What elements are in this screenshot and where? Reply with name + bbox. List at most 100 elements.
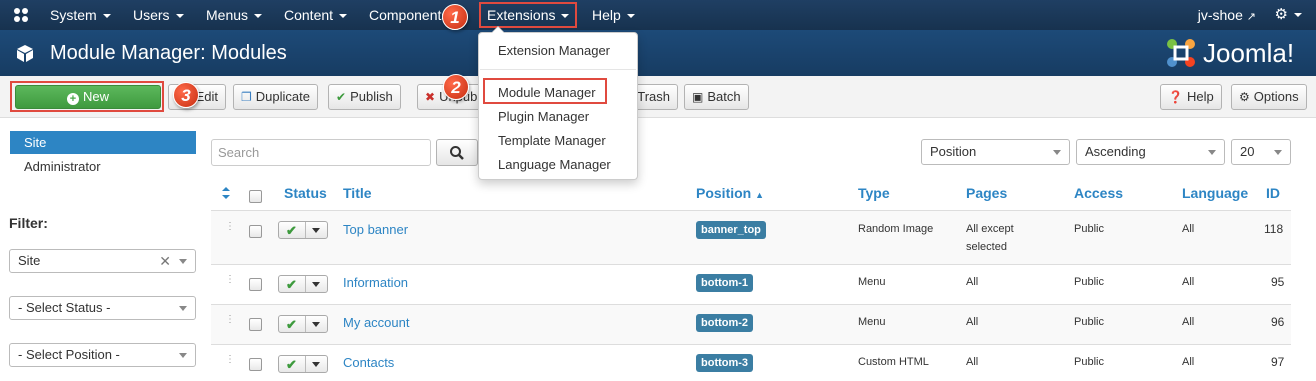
type-cell: Custom HTML — [858, 356, 929, 368]
top-navbar: System Users Menus Content Components Ex… — [0, 0, 1316, 30]
module-title-link[interactable]: My account — [343, 315, 409, 330]
status-toggle[interactable]: ✔ — [278, 315, 328, 333]
sort-direction-select[interactable]: Ascending — [1076, 139, 1225, 165]
nav-extensions[interactable]: Extensions — [479, 2, 578, 28]
status-filter-select[interactable]: - Select Status - — [9, 296, 196, 320]
chevron-down-icon — [179, 306, 187, 311]
copy-icon: ❐ — [241, 90, 252, 104]
column-status[interactable]: Status — [284, 185, 327, 201]
nav-components[interactable]: Components — [369, 0, 448, 30]
caret-down-icon — [312, 282, 320, 287]
search-button[interactable] — [436, 139, 478, 166]
drag-handle-icon[interactable]: ⋮ — [225, 355, 235, 367]
external-link-icon: ↗ — [1246, 11, 1256, 23]
batch-icon: ▣ — [692, 90, 704, 104]
published-check-icon: ✔ — [286, 277, 297, 292]
menu-item-language-manager[interactable]: Language Manager — [498, 157, 611, 172]
drag-handle-icon[interactable]: ⋮ — [225, 222, 235, 234]
help-icon: ❓ — [1168, 90, 1183, 104]
row-checkbox[interactable] — [249, 358, 262, 371]
pages-cell: All — [966, 356, 979, 368]
access-cell: Public — [1074, 276, 1104, 288]
status-toggle[interactable]: ✔ — [278, 275, 328, 293]
module-title-link[interactable]: Contacts — [343, 355, 394, 370]
sidebar-item-site[interactable]: Site — [10, 131, 196, 154]
caret-down-icon — [312, 362, 320, 367]
pages-cell: All except — [966, 223, 1014, 235]
column-pages[interactable]: Pages — [966, 185, 1007, 201]
ordering-sort-icon[interactable] — [221, 186, 231, 202]
table-row: ⋮ ✔ Contacts bottom-3 Custom HTML All Pu… — [211, 344, 1291, 381]
joomla-icon[interactable] — [12, 6, 30, 24]
list-limit-select[interactable]: 20 — [1231, 139, 1291, 165]
column-position[interactable]: Position ▲ — [696, 185, 764, 201]
menu-item-template-manager[interactable]: Template Manager — [498, 133, 606, 148]
menu-item-extension-manager[interactable]: Extension Manager — [498, 43, 610, 58]
duplicate-button[interactable]: ❐ Duplicate — [233, 84, 318, 110]
column-language[interactable]: Language — [1182, 185, 1248, 201]
status-toggle[interactable]: ✔ — [278, 355, 328, 373]
sidebar-item-administrator[interactable]: Administrator — [24, 157, 101, 177]
type-cell: Random Image — [858, 223, 934, 235]
row-checkbox[interactable] — [249, 318, 262, 331]
column-title[interactable]: Title — [343, 185, 372, 201]
settings-gear-icon[interactable]: ⚙ — [1275, 7, 1302, 23]
module-title-link[interactable]: Information — [343, 275, 408, 290]
chevron-down-icon — [1053, 150, 1061, 155]
column-access[interactable]: Access — [1074, 185, 1123, 201]
clear-icon[interactable]: ✕ — [159, 250, 171, 272]
callout-badge-1: 1 — [442, 4, 468, 30]
batch-button[interactable]: ▣ Batch — [684, 84, 749, 110]
access-cell: Public — [1074, 356, 1104, 368]
position-badge: banner_top — [696, 221, 766, 239]
close-circle-icon: ✖ — [425, 90, 436, 104]
select-all-checkbox[interactable] — [249, 190, 262, 203]
sort-by-select[interactable]: Position — [921, 139, 1070, 165]
column-id[interactable]: ID — [1266, 185, 1280, 201]
menu-divider — [480, 69, 636, 70]
drag-handle-icon[interactable]: ⋮ — [225, 275, 235, 287]
id-cell: 95 — [1271, 275, 1285, 289]
module-title-link[interactable]: Top banner — [343, 222, 408, 237]
menu-item-plugin-manager[interactable]: Plugin Manager — [498, 109, 589, 124]
row-checkbox[interactable] — [249, 225, 262, 238]
search-input[interactable]: Search — [211, 139, 431, 166]
caret-down-icon — [312, 228, 320, 233]
pages-cell-line2: selected — [966, 241, 1007, 253]
chevron-down-icon — [179, 259, 187, 264]
language-cell: All — [1182, 316, 1195, 328]
chevron-down-icon — [179, 353, 187, 358]
language-cell: All — [1182, 276, 1195, 288]
id-cell: 96 — [1271, 315, 1285, 329]
user-site-link[interactable]: jv-shoe ↗ — [1198, 0, 1256, 32]
position-filter-select[interactable]: - Select Position - — [9, 343, 196, 367]
table-row: ⋮ ✔ Information bottom-1 Menu All Public… — [211, 264, 1291, 304]
column-type[interactable]: Type — [858, 185, 890, 201]
nav-users[interactable]: Users — [133, 0, 184, 30]
nav-menus[interactable]: Menus — [206, 0, 263, 30]
nav-help[interactable]: Help — [592, 0, 635, 30]
position-badge: bottom-2 — [696, 314, 754, 332]
pages-cell: All — [966, 316, 979, 328]
cube-icon — [17, 45, 33, 62]
page-header: Module Manager: Modules Joomla! — [0, 30, 1316, 76]
page-title: Module Manager: Modules — [50, 42, 287, 64]
extensions-dropdown-menu: Extension Manager Module Manager Plugin … — [478, 26, 638, 180]
status-toggle[interactable]: ✔ — [278, 221, 328, 239]
id-cell: 97 — [1271, 355, 1285, 369]
position-badge: bottom-1 — [696, 274, 754, 292]
client-filter-select[interactable]: Site ✕ — [9, 249, 196, 273]
language-cell: All — [1182, 223, 1195, 235]
row-checkbox[interactable] — [249, 278, 262, 291]
type-cell: Menu — [858, 316, 886, 328]
nav-system[interactable]: System — [50, 0, 111, 30]
language-cell: All — [1182, 356, 1195, 368]
nav-content[interactable]: Content — [284, 0, 348, 30]
published-check-icon: ✔ — [286, 357, 297, 372]
options-button[interactable]: ⚙ Options — [1231, 84, 1307, 110]
menu-item-module-manager[interactable]: Module Manager — [498, 85, 596, 100]
drag-handle-icon[interactable]: ⋮ — [225, 315, 235, 327]
help-button[interactable]: ❓ Help — [1160, 84, 1222, 110]
chevron-down-icon — [1274, 150, 1282, 155]
publish-button[interactable]: ✔ Publish — [328, 84, 401, 110]
